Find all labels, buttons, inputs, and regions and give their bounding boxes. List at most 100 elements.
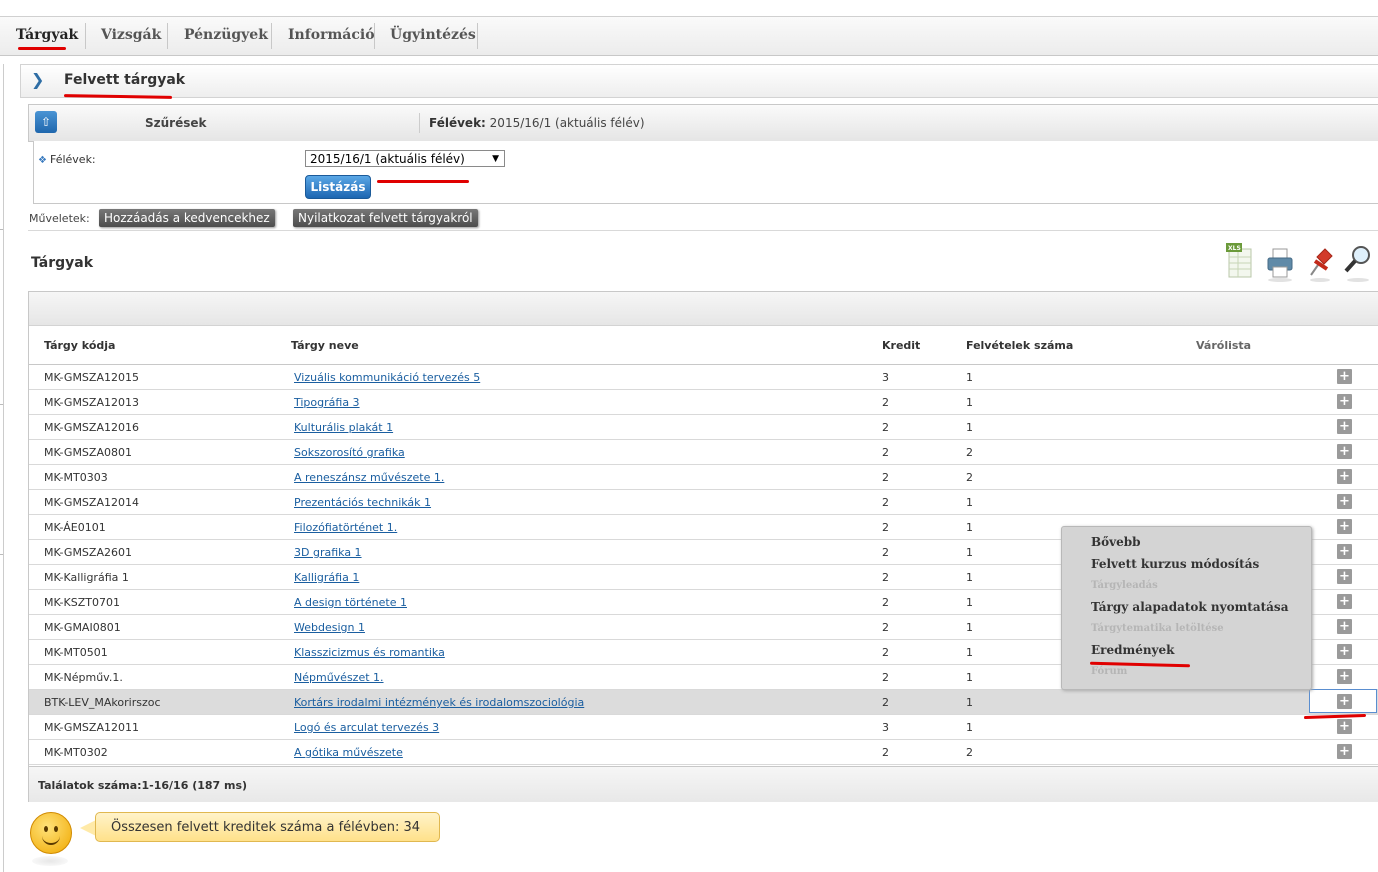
operations-bar: Műveletek: Hozzáadás a kedvencekhez Nyil…: [29, 208, 1378, 230]
row-actions-plus-icon[interactable]: +: [1337, 444, 1352, 459]
table-footer: Találatok száma:1-16/16 (187 ms): [29, 766, 1378, 802]
nav-penzugyek[interactable]: Pénzügyek: [184, 27, 268, 43]
subject-name-link[interactable]: Filozófiatörténet 1.: [294, 521, 397, 534]
subject-name-link[interactable]: A gótika művészete: [294, 746, 403, 759]
subject-name: Kortárs irodalmi intézmények és irodalom…: [294, 696, 584, 709]
table-row[interactable]: MK-GMSZA12016 Kulturális plakát 1 2 1 +: [29, 415, 1378, 440]
subject-count: 1: [966, 396, 973, 409]
nav-ugyintezes[interactable]: Ügyintézés: [390, 27, 476, 43]
col-header-waitlist[interactable]: Várólista: [1196, 339, 1251, 352]
table-row[interactable]: MK-GMSZA0801 Sokszorosító grafika 2 2 +: [29, 440, 1378, 465]
subject-credit: 3: [882, 721, 889, 734]
subject-count: 1: [966, 496, 973, 509]
subject-name-link[interactable]: Tipográfia 3: [294, 396, 360, 409]
add-to-favorites-button[interactable]: Hozzáadás a kedvencekhez: [99, 209, 275, 227]
subject-name-link[interactable]: Kulturális plakát 1: [294, 421, 393, 434]
row-actions-plus-icon[interactable]: +: [1337, 619, 1352, 634]
nav-separator: [374, 23, 375, 49]
row-actions-plus-icon[interactable]: +: [1337, 569, 1352, 584]
menu-item-modify-course[interactable]: Felvett kurzus módosítás: [1091, 557, 1259, 571]
table-toolbar: [29, 292, 1378, 326]
subject-name-link[interactable]: Webdesign 1: [294, 621, 365, 634]
row-actions-plus-icon[interactable]: +: [1337, 669, 1352, 684]
subject-name-link[interactable]: Népművészet 1.: [294, 671, 384, 684]
col-header-count[interactable]: Felvételek száma: [966, 339, 1073, 352]
subject-code: BTK-LEV_MAkorirszoc: [44, 696, 161, 709]
menu-item-print-basics[interactable]: Tárgy alapadatok nyomtatása: [1091, 600, 1288, 614]
nav-informacio[interactable]: Információ: [288, 27, 375, 43]
left-edge-strip: [0, 64, 4, 872]
results-count: Találatok száma:1-16/16 (187 ms): [38, 779, 248, 792]
row-actions-plus-icon[interactable]: +: [1337, 694, 1352, 709]
subject-credit: 2: [882, 521, 889, 534]
left-strip-divider: [0, 229, 3, 230]
nav-targyak[interactable]: Tárgyak: [16, 27, 78, 43]
subject-name: Népművészet 1.: [294, 671, 384, 684]
subject-name-link[interactable]: Kortárs irodalmi intézmények és irodalom…: [294, 696, 584, 709]
annotation-underline: [377, 180, 469, 183]
table-row[interactable]: MK-GMSZA12014 Prezentációs technikák 1 2 1 +: [29, 490, 1378, 515]
semester-field-label: ❖ Félévek:: [38, 153, 96, 166]
row-actions-plus-icon[interactable]: +: [1337, 744, 1352, 759]
subject-credit: 3: [882, 371, 889, 384]
subject-name-link[interactable]: Logó és arculat tervezés 3: [294, 721, 439, 734]
subject-name-link[interactable]: Klasszicizmus és romantika: [294, 646, 445, 659]
row-actions-plus-icon[interactable]: +: [1337, 519, 1352, 534]
row-actions-plus-icon[interactable]: +: [1337, 644, 1352, 659]
table-row[interactable]: BTK-LEV_MAkorirszoc Kortárs irodalmi inté…: [29, 689, 1378, 715]
col-header-code[interactable]: Tárgy kódja: [44, 339, 115, 352]
subject-name-link[interactable]: Prezentációs technikák 1: [294, 496, 431, 509]
subject-name-link[interactable]: Vizuális kommunikáció tervezés 5: [294, 371, 480, 384]
subject-name-link[interactable]: A design története 1: [294, 596, 407, 609]
left-strip-divider: [0, 554, 3, 555]
col-header-name[interactable]: Tárgy neve: [291, 339, 359, 352]
row-actions-plus-icon[interactable]: +: [1337, 544, 1352, 559]
col-header-credit[interactable]: Kredit: [882, 339, 920, 352]
credits-bubble: Összesen felvett kreditek száma a félévb…: [95, 812, 440, 842]
search-icon[interactable]: [1343, 243, 1373, 283]
print-icon[interactable]: [1265, 243, 1295, 283]
table-row[interactable]: MK-MT0303 A reneszánsz művészete 1. 2 2 +: [29, 465, 1378, 490]
row-actions-plus-icon[interactable]: +: [1337, 419, 1352, 434]
divider: [28, 230, 1378, 231]
nav-separator: [85, 23, 86, 49]
table-row[interactable]: MK-GMSZA12013 Tipográfia 3 2 1 +: [29, 390, 1378, 415]
subject-credit: 2: [882, 646, 889, 659]
table-row[interactable]: MK-GMSZA12011 Logó és arculat tervezés 3 3…: [29, 715, 1378, 740]
row-actions-plus-icon[interactable]: +: [1337, 369, 1352, 384]
nav-vizsgak[interactable]: Vizsgák: [101, 27, 161, 43]
smiley-icon: [30, 812, 72, 854]
xls-export-icon[interactable]: XLS: [1226, 243, 1256, 283]
row-actions-plus-icon[interactable]: +: [1337, 394, 1352, 409]
collapse-filter-button[interactable]: ⇧: [35, 111, 57, 133]
subject-name: Kalligráfia 1: [294, 571, 359, 584]
semester-select[interactable]: 2015/16/1 (aktuális félév) ▼: [305, 150, 505, 167]
table-row[interactable]: MK-MT0302 A gótika művészete 2 2 +: [29, 740, 1378, 765]
chevron-right-icon: ❯: [31, 70, 45, 89]
menu-item-bovebb[interactable]: Bővebb: [1091, 535, 1141, 549]
subject-name-link[interactable]: Kalligráfia 1: [294, 571, 359, 584]
subject-code: MK-GMSZA0801: [44, 446, 132, 459]
row-actions-plus-icon[interactable]: +: [1337, 719, 1352, 734]
subject-name: Sokszorosító grafika: [294, 446, 405, 459]
declaration-button[interactable]: Nyilatkozat felvett tárgyakról: [293, 209, 478, 227]
subject-name-link[interactable]: A reneszánsz művészete 1.: [294, 471, 444, 484]
list-button[interactable]: Listázás: [305, 175, 371, 199]
filter-panel-header: ⇧ Szűrések Félévek: 2015/16/1 (aktuális …: [28, 104, 1378, 142]
subject-name: Vizuális kommunikáció tervezés 5: [294, 371, 480, 384]
subject-code: MK-GMSZA12015: [44, 371, 139, 384]
credits-text: Összesen felvett kreditek száma a félévb…: [111, 820, 420, 835]
menu-item-results[interactable]: Eredmények: [1091, 643, 1174, 657]
subject-name-link[interactable]: Sokszorosító grafika: [294, 446, 405, 459]
subject-credit: 2: [882, 571, 889, 584]
subject-count: 1: [966, 371, 973, 384]
table-row[interactable]: MK-GMSZA12015 Vizuális kommunikáció terve…: [29, 365, 1378, 390]
subject-name-link[interactable]: 3D grafika 1: [294, 546, 362, 559]
row-actions-plus-icon[interactable]: +: [1337, 594, 1352, 609]
pin-icon[interactable]: [1305, 243, 1335, 283]
row-actions-plus-icon[interactable]: +: [1337, 494, 1352, 509]
subject-code: MK-GMSZA12011: [44, 721, 139, 734]
row-actions-plus-icon[interactable]: +: [1337, 469, 1352, 484]
smiley-mouth: [42, 835, 60, 845]
subject-code: MK-GMSZA12013: [44, 396, 139, 409]
